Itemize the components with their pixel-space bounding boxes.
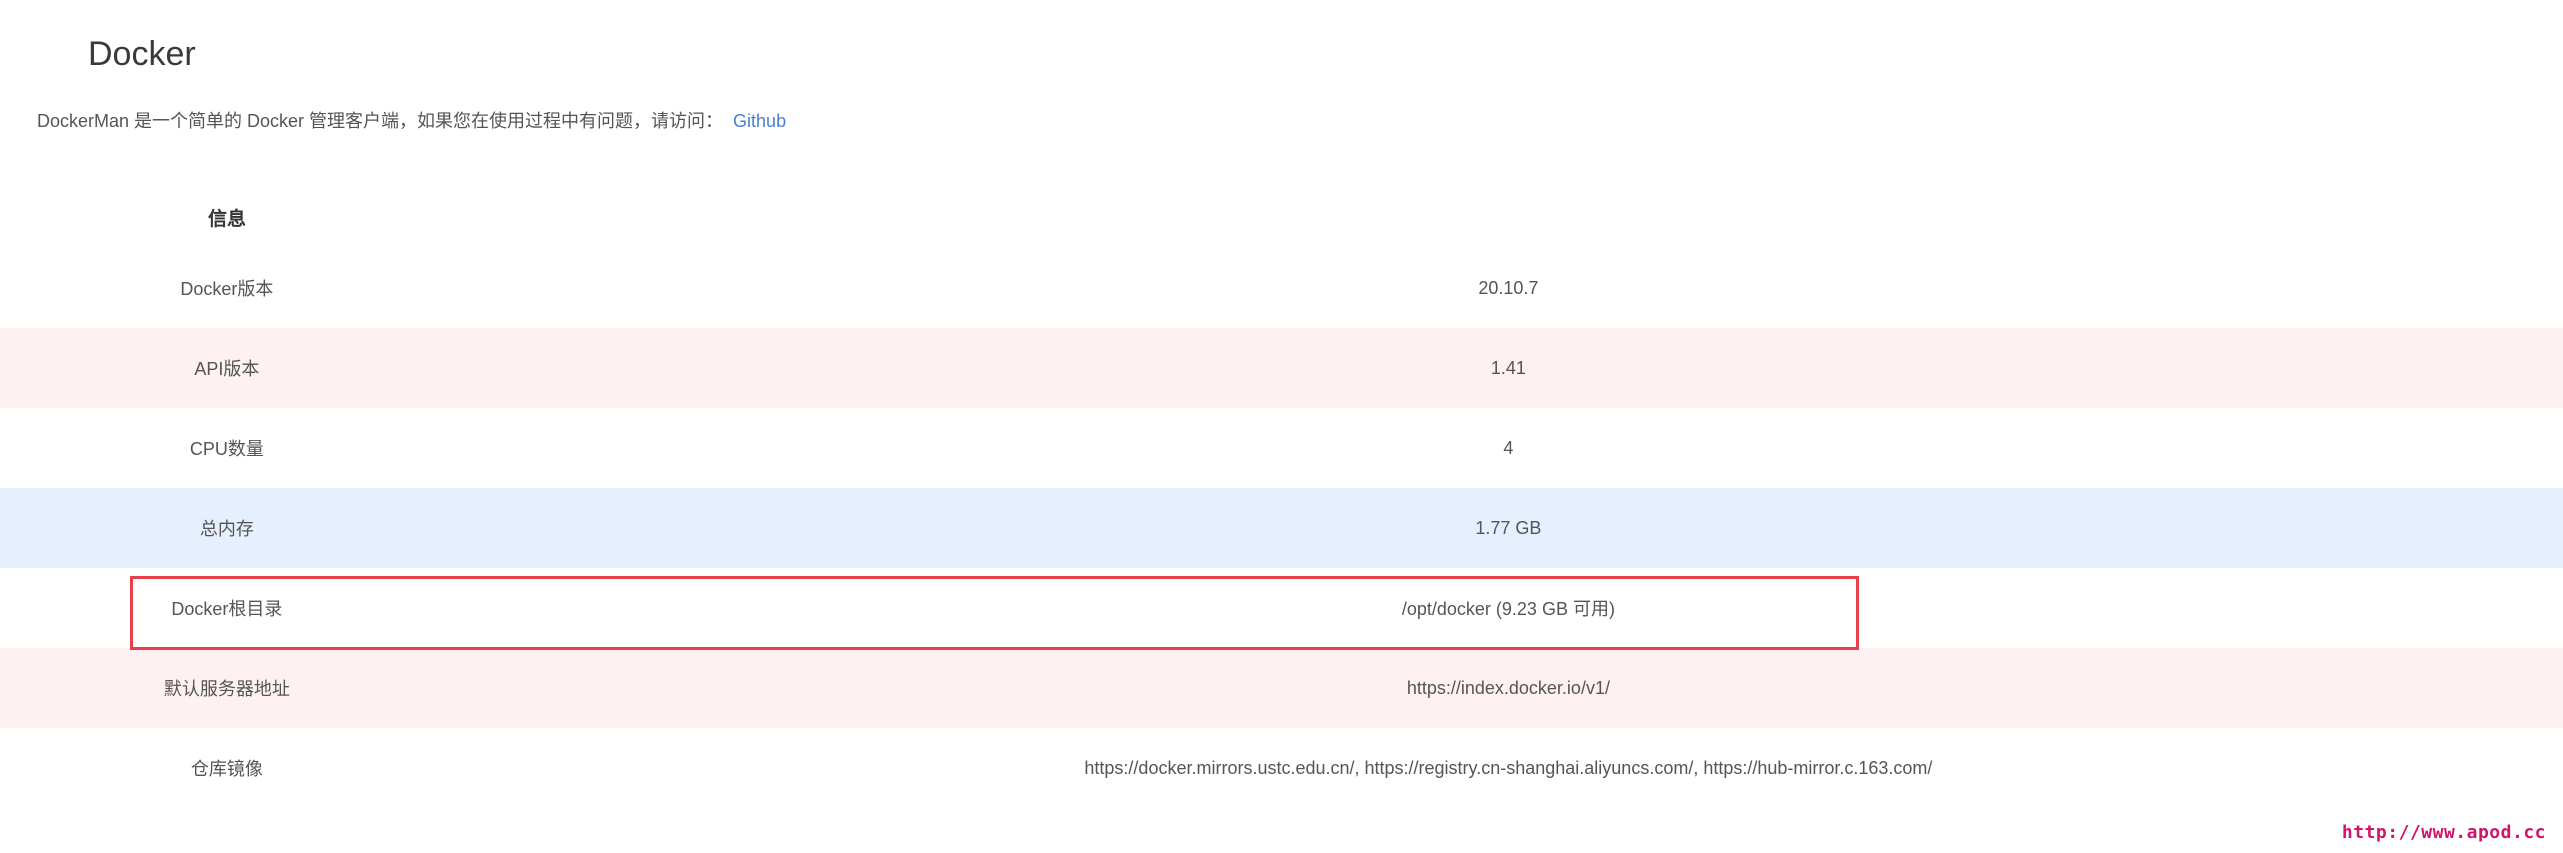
row-value: 1.77 GB [1475,517,1542,538]
row-key: CPU数量 [189,439,264,459]
row-value: 20.10.7 [1478,277,1539,298]
table-row-total-memory: 总内存 1.77 GB [0,488,2563,568]
github-link[interactable]: Github [733,111,786,131]
table-row-registry-mirrors: 仓库镜像 https://docker.mirrors.ustc.edu.cn/… [0,728,2563,808]
info-table: 信息 Docker版本 20.10.7 API版本 1.41 CPU数量 4 总… [0,186,2563,808]
description-text: DockerMan 是一个简单的 Docker 管理客户端，如果您在使用过程中有… [37,111,724,131]
row-key: Docker根目录 [171,599,283,619]
row-key: 默认服务器地址 [163,679,290,699]
watermark: http://www.apod.cc [2341,822,2546,843]
table-row-docker-root-dir: Docker根目录 /opt/docker (9.23 GB 可用) [0,568,2563,648]
table-row-docker-version: Docker版本 20.10.7 [0,248,2563,328]
page-description: DockerMan 是一个简单的 Docker 管理客户端，如果您在使用过程中有… [37,108,786,134]
row-key: 总内存 [199,519,254,539]
row-key: API版本 [194,359,260,379]
row-key: Docker版本 [180,279,274,299]
table-row-default-registry: 默认服务器地址 https://index.docker.io/v1/ [0,648,2563,728]
row-value: https://index.docker.io/v1/ [1406,677,1610,698]
info-header-label: 信息 [207,208,246,230]
table-row-cpu-count: CPU数量 4 [0,408,2563,488]
row-value: 4 [1503,437,1514,458]
page-title: Docker [88,35,196,73]
row-key: 仓库镜像 [190,759,263,779]
row-value: /opt/docker (9.23 GB 可用) [1401,599,1615,619]
info-table-header: 信息 [0,186,2563,248]
row-value: 1.41 [1490,357,1526,378]
table-row-api-version: API版本 1.41 [0,328,2563,408]
row-value: https://docker.mirrors.ustc.edu.cn/, htt… [1084,757,1933,778]
